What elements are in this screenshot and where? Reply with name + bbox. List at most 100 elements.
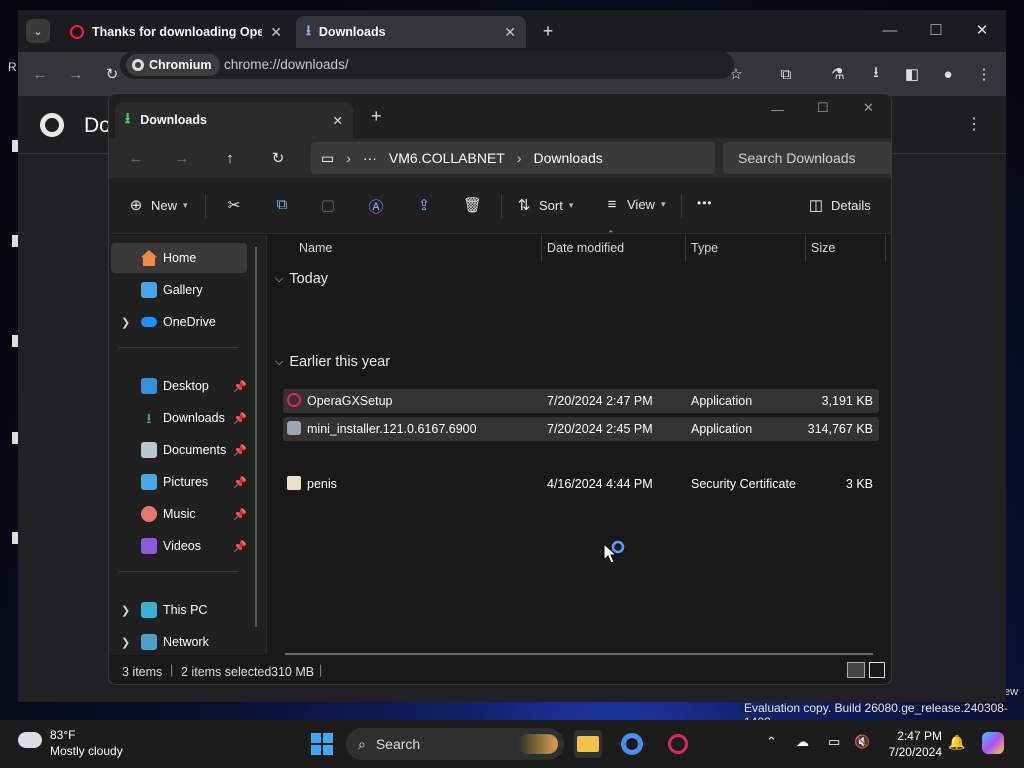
forward-arrow-icon[interactable]: → bbox=[169, 146, 195, 170]
column-divider[interactable] bbox=[541, 235, 542, 261]
paste-button[interactable]: ▢ bbox=[319, 196, 337, 214]
explorer-tab-downloads[interactable]: ⭳ Downloads ✕ bbox=[115, 102, 353, 138]
network-icon[interactable]: ▭ bbox=[828, 734, 840, 750]
column-header-size[interactable]: Size bbox=[811, 241, 835, 255]
pin-icon[interactable]: 📌 bbox=[233, 412, 247, 425]
copy-button[interactable]: ⧉ bbox=[273, 196, 291, 213]
pin-icon[interactable]: 📌 bbox=[233, 476, 247, 489]
column-header-name[interactable]: Name bbox=[299, 241, 332, 255]
minimize-icon[interactable]: — bbox=[878, 18, 902, 42]
new-tab-button[interactable]: + bbox=[536, 19, 560, 43]
new-button[interactable]: ⊕ New ▾ bbox=[127, 196, 188, 214]
table-row[interactable]: penis 4/16/2024 4:44 PM Security Certifi… bbox=[283, 472, 879, 496]
column-divider[interactable] bbox=[805, 235, 806, 261]
close-tab-icon[interactable]: ✕ bbox=[270, 24, 282, 41]
sort-button[interactable]: ⇅ Sort ▾ bbox=[515, 196, 574, 214]
breadcrumb-downloads[interactable]: Downloads bbox=[534, 150, 603, 166]
profile-icon[interactable]: ● bbox=[936, 62, 960, 86]
file-type: Application bbox=[691, 422, 753, 436]
pin-icon[interactable]: 📌 bbox=[233, 508, 247, 521]
close-window-icon[interactable]: ✕ bbox=[970, 18, 994, 42]
labs-flask-icon[interactable]: ⚗ bbox=[826, 62, 850, 86]
column-divider[interactable] bbox=[685, 235, 686, 261]
address-bar[interactable]: ▭ › ··· VM6.COLLABNET › Downloads bbox=[311, 142, 715, 174]
sidebar-item-downloads[interactable]: ⭳ Downloads 📌 bbox=[111, 403, 247, 433]
taskbar-chromium[interactable] bbox=[618, 730, 646, 758]
search-input[interactable]: Search Downloads bbox=[723, 142, 891, 174]
rename-button[interactable]: Ⓐ bbox=[367, 196, 385, 217]
browser-tab-downloads[interactable]: ⭳ Downloads ✕ bbox=[296, 16, 526, 48]
sidebar-item-pictures[interactable]: Pictures 📌 bbox=[111, 467, 247, 497]
cut-button[interactable]: ✂ bbox=[225, 196, 243, 214]
tab-search-button[interactable]: ⌄ bbox=[26, 19, 50, 43]
details-pane-icon: ◫ bbox=[808, 197, 824, 214]
back-arrow-icon[interactable]: ← bbox=[28, 62, 52, 86]
sidebar-item-home[interactable]: Home bbox=[111, 243, 247, 273]
minimize-icon[interactable]: — bbox=[771, 102, 784, 117]
pin-icon[interactable]: 📌 bbox=[233, 380, 247, 393]
delete-button[interactable]: 🗑 bbox=[463, 196, 482, 214]
group-header-earlier[interactable]: ⌵ Earlier this year bbox=[275, 354, 390, 370]
sidebar-item-this-pc[interactable]: ❯ This PC bbox=[111, 595, 247, 625]
chevron-right-icon[interactable]: ❯ bbox=[121, 604, 130, 617]
table-row[interactable]: mini_installer.121.0.6167.6900 7/20/2024… bbox=[283, 417, 879, 441]
sidebar-item-documents[interactable]: Documents 📌 bbox=[111, 435, 247, 465]
omnibox[interactable]: Chromium chrome://downloads/ bbox=[120, 51, 734, 79]
menu-kebab-icon[interactable]: ⋮ bbox=[972, 62, 996, 86]
share-button[interactable]: ⇪ bbox=[415, 196, 433, 214]
taskbar-file-explorer[interactable] bbox=[574, 730, 602, 758]
side-panel-icon[interactable]: ◧ bbox=[900, 62, 924, 86]
chevron-up-icon[interactable]: ⌃ bbox=[766, 734, 777, 750]
chevron-right-icon[interactable]: ❯ bbox=[121, 636, 130, 649]
refresh-icon[interactable]: ↻ bbox=[265, 146, 291, 170]
up-arrow-icon[interactable]: ↑ bbox=[217, 146, 243, 170]
site-info-chip[interactable]: Chromium bbox=[126, 54, 220, 76]
taskbar-opera-gx[interactable] bbox=[664, 730, 692, 758]
sidebar-item-music[interactable]: Music 📌 bbox=[111, 499, 247, 529]
view-button[interactable]: ≡ View ▾ bbox=[603, 196, 666, 213]
tiles-view-icon[interactable] bbox=[869, 662, 885, 678]
sidebar-item-videos[interactable]: Videos 📌 bbox=[111, 531, 247, 561]
start-button[interactable] bbox=[308, 730, 336, 758]
column-header-date[interactable]: Date modified bbox=[547, 241, 624, 255]
volume-muted-icon[interactable]: 🔇 bbox=[854, 734, 870, 750]
table-row[interactable]: OperaGXSetup 7/20/2024 2:47 PM Applicati… bbox=[283, 389, 879, 413]
maximize-icon[interactable]: ☐ bbox=[817, 100, 829, 116]
pin-icon[interactable]: 📌 bbox=[233, 444, 247, 457]
downloads-icon[interactable]: ⭳ bbox=[864, 62, 888, 86]
status-item-count: 3 items bbox=[122, 665, 163, 679]
copilot-icon[interactable] bbox=[982, 732, 1004, 754]
sidebar-item-gallery[interactable]: Gallery bbox=[111, 275, 247, 305]
sidebar-label: OneDrive bbox=[163, 315, 216, 329]
close-tab-icon[interactable]: ✕ bbox=[333, 113, 343, 128]
breadcrumb-vm6[interactable]: VM6.COLLABNET bbox=[389, 150, 505, 166]
clock[interactable]: 2:47 PM 7/20/2024 bbox=[884, 728, 942, 760]
details-view-icon[interactable] bbox=[847, 662, 865, 678]
file-name: OperaGXSetup bbox=[307, 394, 393, 408]
taskbar-search[interactable]: ⌕ Search bbox=[346, 728, 564, 760]
address-ellipsis[interactable]: ··· bbox=[363, 150, 377, 166]
maximize-icon[interactable]: ☐ bbox=[924, 18, 948, 42]
extensions-icon[interactable]: ⧉ bbox=[774, 62, 798, 86]
sidebar-item-onedrive[interactable]: ❯ OneDrive bbox=[111, 307, 247, 337]
chevron-right-icon[interactable]: ❯ bbox=[121, 316, 130, 329]
more-options-button[interactable]: ••• bbox=[697, 196, 713, 210]
group-header-today[interactable]: ⌵ Today bbox=[275, 271, 328, 287]
close-tab-icon[interactable]: ✕ bbox=[504, 24, 516, 41]
page-menu-kebab-icon[interactable]: ⋮ bbox=[966, 114, 982, 134]
browser-tab-opera[interactable]: Thanks for downloading Opera ✕ bbox=[60, 16, 292, 48]
close-window-icon[interactable]: ✕ bbox=[863, 100, 874, 116]
column-divider[interactable] bbox=[885, 235, 886, 261]
forward-arrow-icon[interactable]: → bbox=[64, 62, 88, 86]
notification-bell-icon[interactable]: 🔔 bbox=[948, 734, 965, 751]
sidebar-item-network[interactable]: ❯ Network bbox=[111, 627, 247, 657]
sidebar-scrollbar[interactable] bbox=[255, 247, 257, 627]
chevron-down-icon: ▾ bbox=[660, 199, 666, 209]
column-header-type[interactable]: Type bbox=[691, 241, 718, 255]
details-pane-button[interactable]: ◫ Details bbox=[807, 196, 871, 214]
new-tab-icon[interactable]: + bbox=[371, 106, 382, 127]
back-arrow-icon[interactable]: ← bbox=[123, 146, 149, 170]
onedrive-offline-icon[interactable]: ☁ bbox=[796, 734, 809, 750]
pin-icon[interactable]: 📌 bbox=[233, 540, 247, 553]
sidebar-item-desktop[interactable]: Desktop 📌 bbox=[111, 371, 247, 401]
